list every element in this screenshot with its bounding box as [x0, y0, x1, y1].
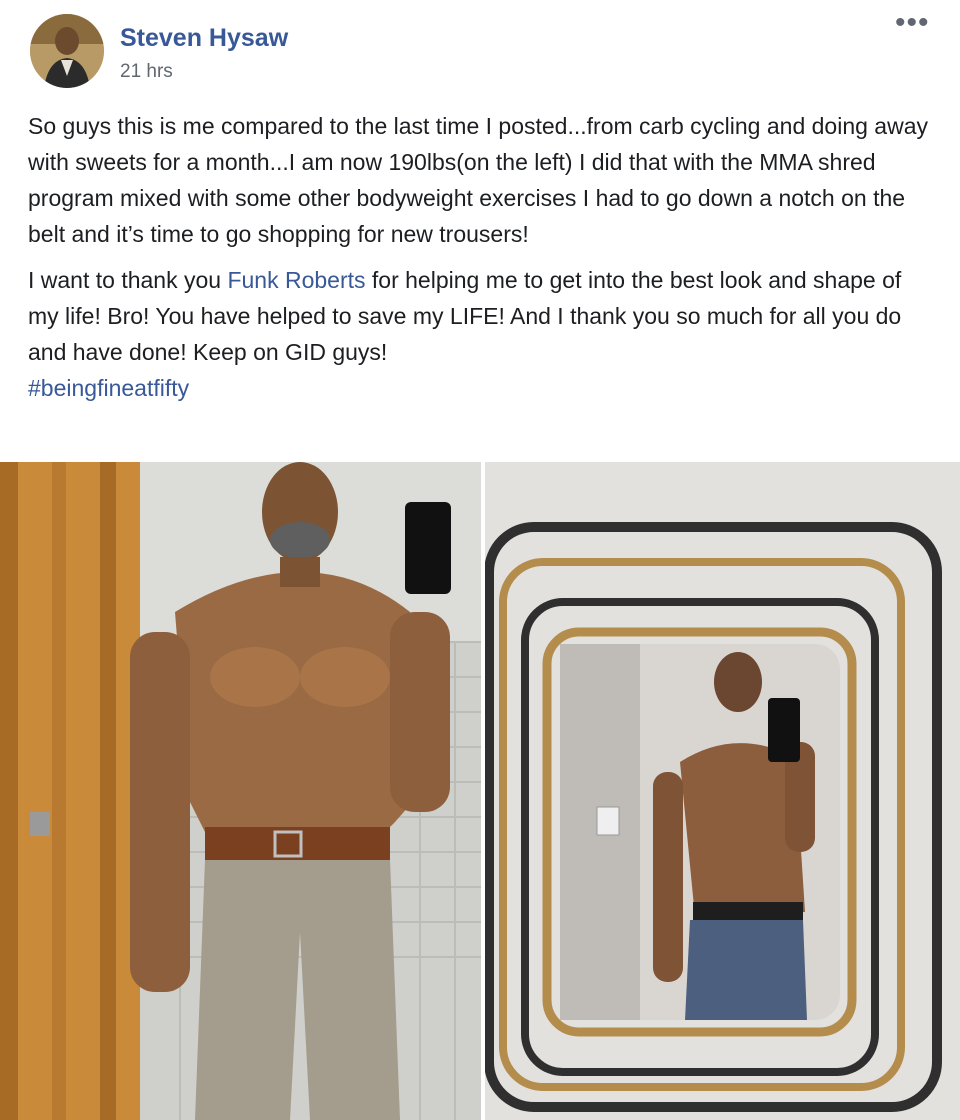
mention-link[interactable]: Funk Roberts [227, 267, 365, 293]
post-text: So guys this is me compared to the last … [28, 108, 933, 416]
hashtag-link[interactable]: #beingfineatfifty [28, 375, 189, 401]
photo-right[interactable] [485, 462, 960, 1120]
paragraph-2-start: I want to thank you [28, 267, 228, 293]
post-paragraph-1: So guys this is me compared to the last … [28, 113, 928, 247]
post-photos [0, 462, 960, 1120]
post-header: Steven Hysaw 21 hrs ••• [0, 0, 960, 100]
author-name[interactable]: Steven Hysaw [120, 24, 288, 53]
photo-left[interactable] [0, 462, 481, 1120]
post-timestamp[interactable]: 21 hrs [120, 61, 173, 83]
more-options-icon[interactable]: ••• [895, 6, 930, 40]
post-paragraph-2: I want to thank you Funk Roberts for hel… [28, 262, 933, 406]
avatar[interactable] [30, 14, 104, 88]
